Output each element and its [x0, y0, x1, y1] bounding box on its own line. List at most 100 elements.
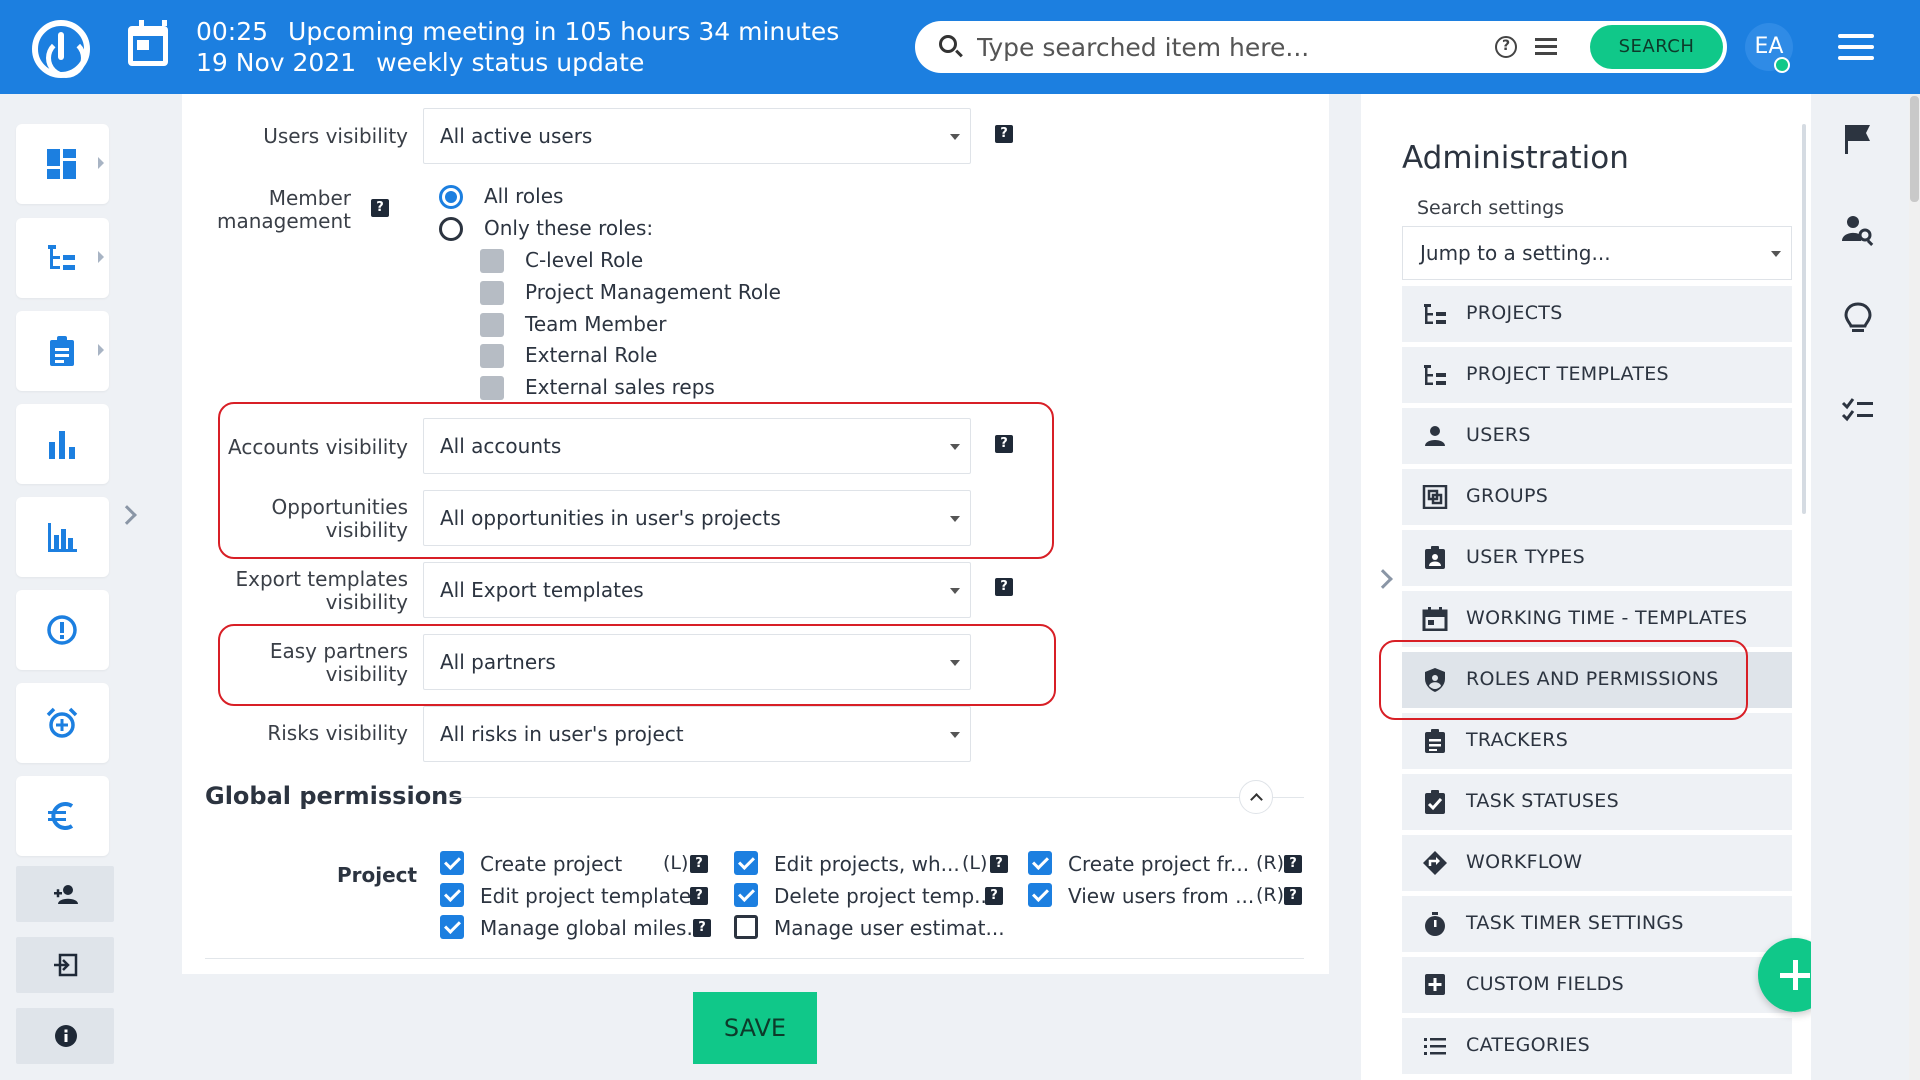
- admin-item-projects[interactable]: PROJECTS: [1402, 286, 1792, 342]
- help-icon[interactable]: ?: [1284, 855, 1302, 873]
- meeting-name: weekly status update: [376, 48, 645, 77]
- admin-item-label: USER TYPES: [1466, 546, 1585, 568]
- member-management-label-line1: Member: [268, 186, 351, 210]
- save-button[interactable]: SAVE: [693, 992, 817, 1064]
- admin-item-working-time-templates[interactable]: WORKING TIME - TEMPLATES: [1402, 591, 1792, 647]
- stopwatch-icon: [1425, 912, 1445, 936]
- users-visibility-value: All active users: [440, 124, 593, 148]
- export-templates-visibility-select[interactable]: All Export templates: [423, 562, 971, 618]
- sidebar-info[interactable]: [16, 1008, 114, 1064]
- export-templates-visibility-label: Export templates visibility: [178, 568, 408, 614]
- permission-tag: (L): [663, 852, 689, 874]
- users-visibility-select[interactable]: All active users: [423, 108, 971, 164]
- person-icon: [1425, 426, 1445, 446]
- admin-item-categories[interactable]: CATEGORIES: [1402, 1018, 1792, 1074]
- app-logo-icon[interactable]: [32, 20, 90, 78]
- project-tree-icon: [48, 245, 75, 270]
- calendar-icon[interactable]: [128, 20, 168, 66]
- radio-all-roles[interactable]: [439, 185, 463, 209]
- admin-item-trackers[interactable]: TRACKERS: [1402, 713, 1792, 769]
- sidebar-item-tasks[interactable]: [16, 311, 109, 391]
- help-icon[interactable]: ?: [690, 887, 708, 905]
- admin-item-task-timer-settings[interactable]: TASK TIMER SETTINGS: [1402, 896, 1792, 952]
- permission-checkbox[interactable]: [440, 915, 464, 939]
- admin-sidebar-toggle[interactable]: [1373, 569, 1393, 596]
- sidebar-item-alerts[interactable]: [16, 590, 109, 670]
- sidebar-item-finance[interactable]: [16, 776, 109, 856]
- sidebar-item-analytics[interactable]: [16, 497, 109, 577]
- help-icon[interactable]: ?: [371, 199, 389, 217]
- upcoming-meeting-info[interactable]: 00:25 Upcoming meeting in 105 hours 34 mi…: [196, 16, 839, 78]
- collapse-section-button[interactable]: [1239, 780, 1273, 814]
- permission-checkbox[interactable]: [734, 851, 758, 875]
- permission-label: View users from ...: [1068, 884, 1255, 908]
- search-filter-icon[interactable]: [1535, 35, 1557, 59]
- permission-tag: (R): [1256, 852, 1285, 874]
- admin-item-users[interactable]: USERS: [1402, 408, 1792, 464]
- permission-label: Edit projects, wh...: [774, 852, 960, 876]
- help-circle-icon[interactable]: ?: [1495, 36, 1517, 58]
- user-search-icon[interactable]: [1841, 213, 1875, 247]
- role-checkbox: [480, 281, 504, 305]
- sidebar-item-reminders[interactable]: [16, 683, 109, 763]
- dropdown-arrow-icon: [1771, 251, 1781, 257]
- help-icon[interactable]: ?: [690, 855, 708, 873]
- search-settings-label: Search settings: [1417, 197, 1565, 219]
- admin-item-user-types[interactable]: USER TYPES: [1402, 530, 1792, 586]
- highlight-accounts-opportunities: [218, 402, 1054, 559]
- page-scrollbar[interactable]: [1909, 94, 1920, 1080]
- search-button[interactable]: SEARCH: [1590, 25, 1723, 69]
- sidebar-expand-toggle[interactable]: [117, 505, 137, 532]
- help-icon[interactable]: ?: [990, 855, 1008, 873]
- admin-item-groups[interactable]: GROUPS: [1402, 469, 1792, 525]
- page-scrollbar-thumb[interactable]: [1910, 96, 1919, 202]
- section-divider: [448, 797, 1304, 798]
- dropdown-arrow-icon: [950, 732, 960, 738]
- admin-item-project-templates[interactable]: PROJECT TEMPLATES: [1402, 347, 1792, 403]
- admin-item-label: TASK TIMER SETTINGS: [1466, 912, 1684, 934]
- permission-checkbox[interactable]: [1028, 883, 1052, 907]
- admin-item-custom-fields[interactable]: CUSTOM FIELDS: [1402, 957, 1792, 1013]
- sidebar-login[interactable]: [16, 937, 114, 993]
- risks-visibility-label: Risks visibility: [267, 721, 408, 745]
- flag-icon[interactable]: [1841, 122, 1875, 156]
- project-tree-icon: [1424, 304, 1446, 324]
- help-icon[interactable]: ?: [995, 125, 1013, 143]
- jump-to-setting-select[interactable]: Jump to a setting...: [1402, 226, 1792, 280]
- help-icon[interactable]: ?: [693, 919, 711, 937]
- global-search: ? SEARCH: [915, 21, 1727, 73]
- checklist-icon[interactable]: [1841, 394, 1875, 428]
- permission-checkbox[interactable]: [1028, 851, 1052, 875]
- badge-icon: [1425, 546, 1445, 569]
- sidebar-item-dashboard[interactable]: [16, 124, 109, 204]
- risks-visibility-select[interactable]: All risks in user's project: [423, 706, 971, 762]
- radio-only-these-roles[interactable]: [439, 217, 463, 241]
- sidebar-add-user[interactable]: [16, 866, 114, 922]
- help-icon[interactable]: ?: [985, 887, 1003, 905]
- permission-checkbox[interactable]: [734, 915, 758, 939]
- hamburger-menu-icon[interactable]: [1838, 34, 1874, 60]
- help-icon[interactable]: ?: [995, 578, 1013, 596]
- permission-tag: (L): [962, 852, 988, 874]
- sidebar-item-reports[interactable]: [16, 404, 109, 484]
- permission-checkbox[interactable]: [440, 883, 464, 907]
- euro-icon: [48, 802, 74, 830]
- jump-to-setting-value: Jump to a setting...: [1420, 241, 1611, 265]
- admin-item-workflow[interactable]: WORKFLOW: [1402, 835, 1792, 891]
- permission-checkbox[interactable]: [734, 883, 758, 907]
- lightbulb-icon[interactable]: [1841, 302, 1875, 336]
- admin-item-label: CUSTOM FIELDS: [1466, 973, 1624, 995]
- role-label: External Role: [525, 343, 658, 367]
- admin-item-label: TASK STATUSES: [1466, 790, 1619, 812]
- admin-sidebar-scrollbar[interactable]: [1802, 124, 1806, 514]
- calendar-icon: [1422, 607, 1448, 631]
- highlight-easy-partners: [218, 624, 1056, 706]
- permission-checkbox[interactable]: [440, 851, 464, 875]
- search-input[interactable]: [977, 29, 1497, 65]
- role-checkbox: [480, 249, 504, 273]
- role-label: Team Member: [525, 312, 667, 336]
- help-icon[interactable]: ?: [1284, 887, 1302, 905]
- add-user-icon: [54, 885, 78, 904]
- sidebar-item-projects[interactable]: [16, 218, 109, 298]
- admin-item-task-statuses[interactable]: TASK STATUSES: [1402, 774, 1792, 830]
